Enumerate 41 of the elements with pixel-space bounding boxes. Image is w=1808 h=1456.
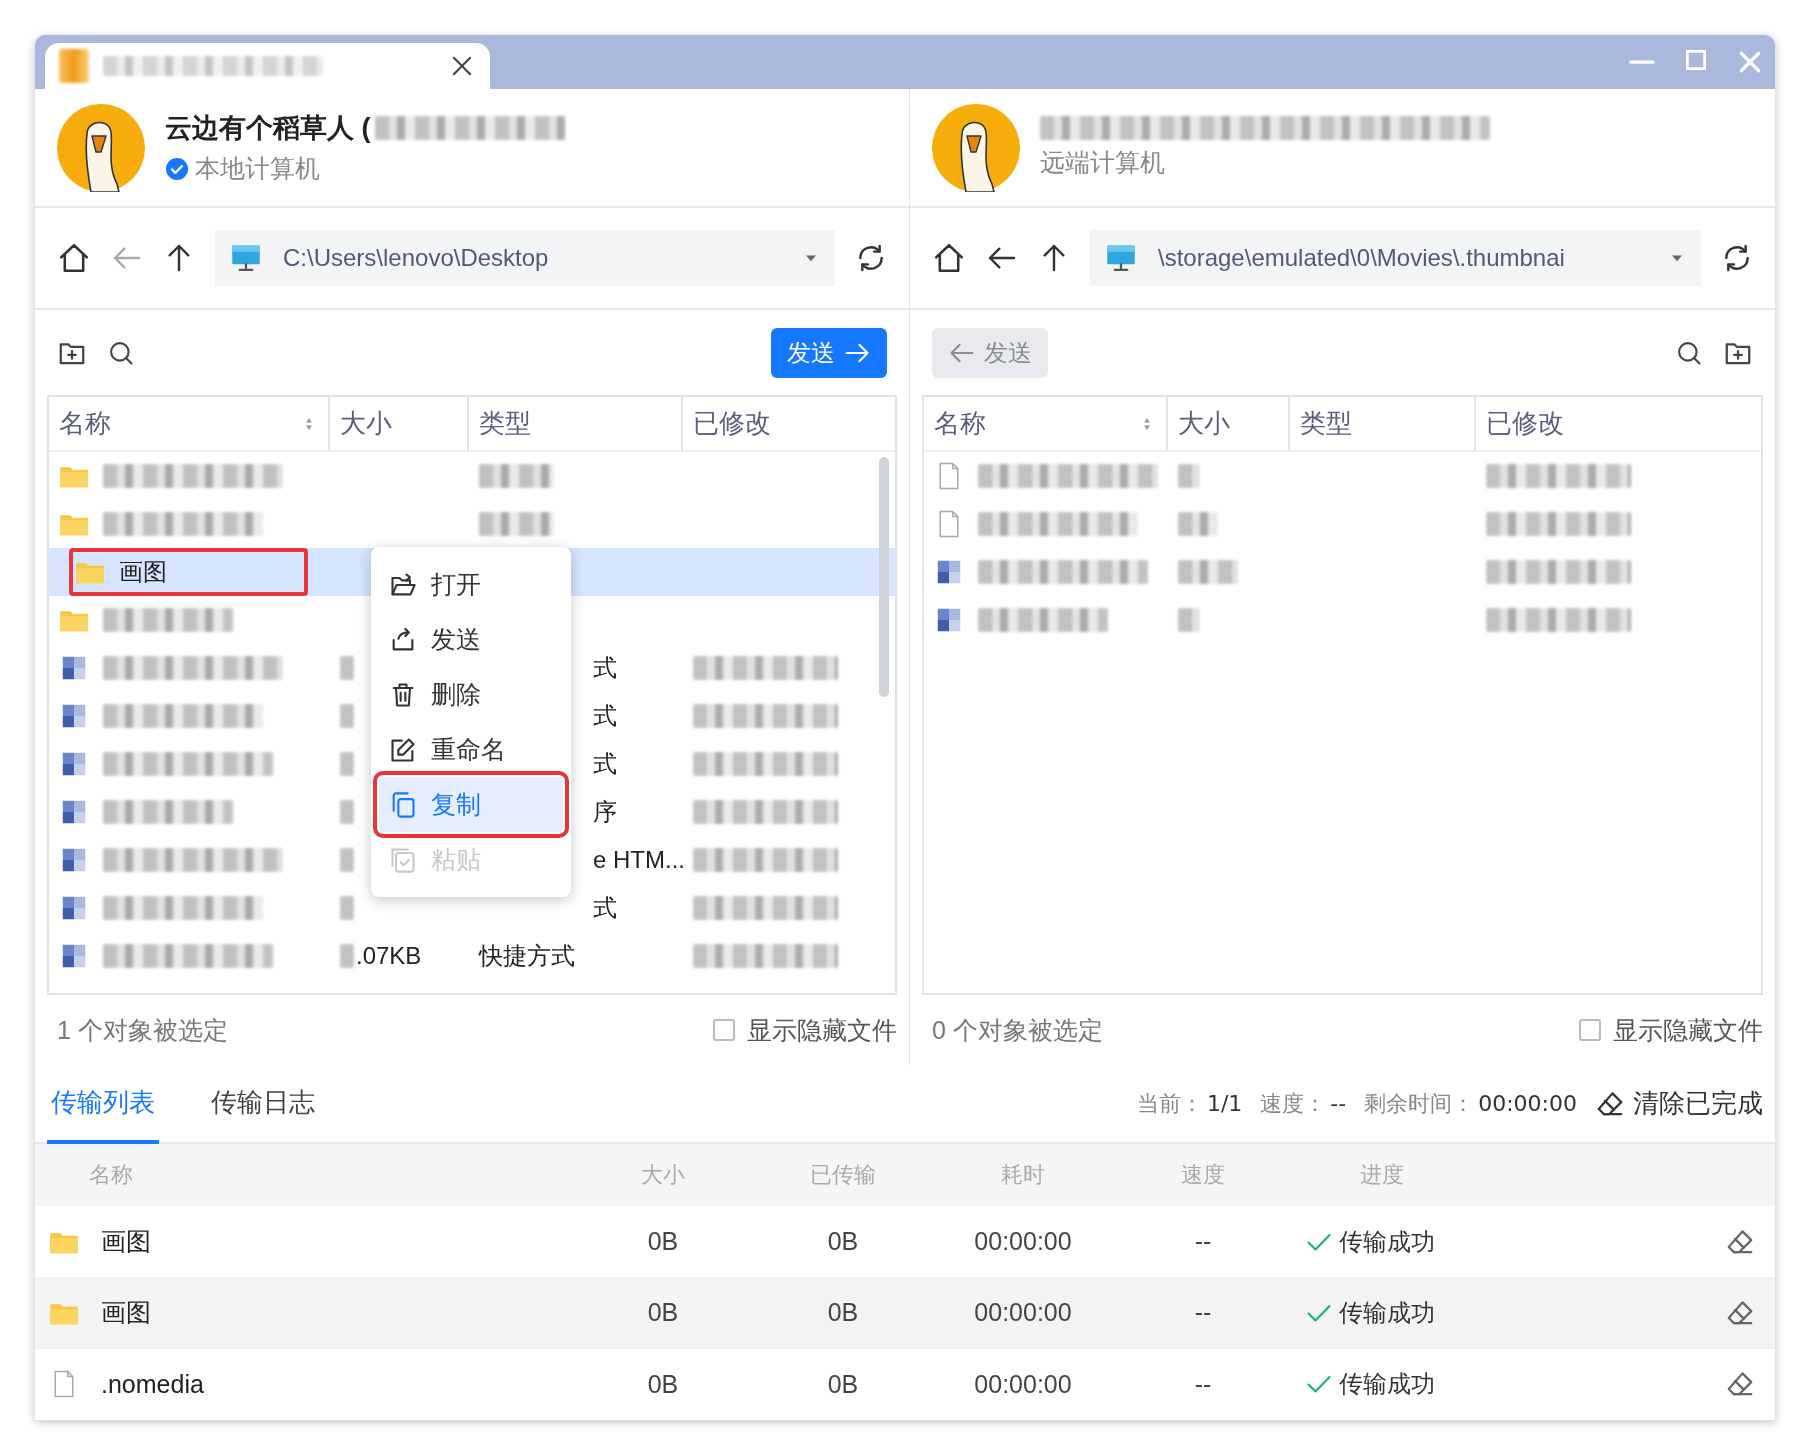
transfer-status: 传输成功: [1339, 1297, 1435, 1328]
file-type: 序: [593, 797, 617, 827]
file-size: 0B: [646, 1298, 680, 1328]
transferred-size: 0B: [826, 1369, 860, 1399]
user-name: 云边有个稻草人 (: [165, 112, 371, 145]
transfer-status: 传输成功: [1339, 1369, 1435, 1400]
file-size: 0B: [646, 1369, 680, 1399]
transfer-status: 传输成功: [1339, 1226, 1435, 1257]
file-type: 式: [593, 749, 617, 779]
transfer-speed: --: [1193, 1298, 1213, 1328]
file-name: 画图: [101, 1226, 151, 1257]
stat-label: 剩余时间： 00:00:00: [1364, 1089, 1577, 1118]
column-header: 名称: [88, 1161, 134, 1190]
computer-label: 本地计算机: [195, 153, 320, 184]
file-size: 0B: [646, 1227, 680, 1256]
file-size: .07KB: [356, 942, 422, 970]
transferred-size: 0B: [826, 1298, 860, 1328]
selection-count: 1 个对象被选定: [57, 1014, 228, 1046]
column-header: 进度: [1359, 1161, 1405, 1190]
column-header: 耗时: [1000, 1161, 1046, 1190]
transfer-speed: --: [1193, 1369, 1213, 1399]
elapsed-time: 00:00:00: [973, 1227, 1073, 1256]
stat-label: 当前： 1/1: [1136, 1089, 1243, 1118]
computer-label: 远端计算机: [1040, 147, 1165, 178]
column-header: 大小: [640, 1161, 686, 1190]
selection-count: 0 个对象被选定: [932, 1014, 1103, 1046]
file-type: 式: [593, 701, 617, 731]
elapsed-time: 00:00:00: [973, 1369, 1073, 1399]
file-type: 式: [593, 653, 617, 683]
file-type: e HTM...: [593, 846, 685, 874]
stat-label: 速度： --: [1260, 1089, 1347, 1118]
file-name: 画图: [101, 1297, 151, 1329]
transfer-speed: --: [1193, 1227, 1213, 1256]
column-header: 已传输: [809, 1161, 877, 1190]
file-type: 式: [593, 893, 617, 923]
elapsed-time: 00:00:00: [973, 1298, 1073, 1328]
column-header: 速度: [1180, 1161, 1226, 1190]
file-name: .nomedia: [101, 1369, 204, 1399]
transferred-size: 0B: [826, 1227, 860, 1256]
file-type: 快捷方式: [479, 941, 575, 971]
file-name: 画图: [119, 557, 167, 587]
